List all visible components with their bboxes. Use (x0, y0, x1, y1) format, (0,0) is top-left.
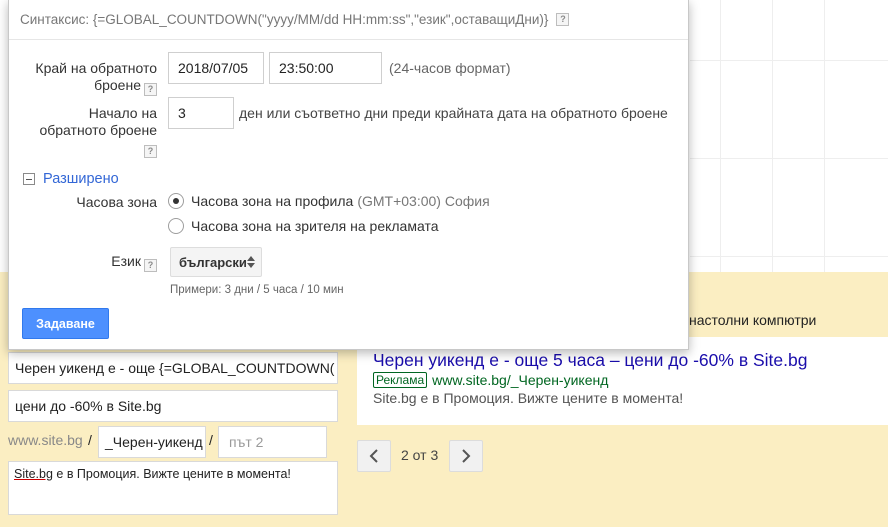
tz-profile-label: Часова зона на профила (191, 193, 354, 209)
start-days-hint: ден или съответно дни преди крайната дат… (239, 105, 668, 121)
select-arrows-icon (247, 256, 255, 268)
timezone-label: Часова зона (76, 194, 157, 210)
language-label-text: Език (111, 253, 141, 269)
advanced-toggle[interactable]: Разширено (23, 171, 119, 187)
tz-profile-option[interactable]: Часова зона на профила (GMT+03:00) София (168, 193, 490, 209)
tz-profile-radio[interactable] (168, 193, 184, 209)
headline1-input[interactable]: Черен уикенд е - още {=GLOBAL_COUNTDOWN( (8, 352, 338, 384)
tz-profile-detail: (GMT+03:00) София (357, 193, 490, 209)
chevron-right-icon (462, 449, 471, 463)
ad-preview-description: Site.bg е в Промоция. Вижте цените в мом… (373, 390, 684, 406)
end-countdown-label-line1: Край на обратното (35, 60, 157, 76)
tz-viewer-option[interactable]: Часова зона на зрителя на рекламата (168, 218, 438, 234)
ad-badge: Реклама (373, 372, 428, 388)
grid-line (720, 0, 721, 272)
time-format-hint: (24-часов формат) (389, 60, 511, 76)
advanced-label: Разширено (43, 171, 119, 187)
start-days-input[interactable]: 3 (168, 97, 234, 129)
end-date-input[interactable]: 2018/07/05 (168, 52, 264, 84)
tz-viewer-radio[interactable] (168, 218, 184, 234)
prev-preview-button[interactable] (357, 440, 391, 472)
next-preview-button[interactable] (449, 440, 483, 472)
countdown-dialog: Синтаксис: {=GLOBAL_COUNTDOWN("yyyy/MM/d… (8, 0, 689, 350)
help-icon[interactable]: ? (144, 259, 157, 272)
path1-input[interactable]: _Черен-уикенд (98, 426, 206, 458)
headline2-input[interactable]: цени до -60% в Site.bg (8, 390, 338, 422)
end-countdown-label-line2: броене (94, 77, 141, 93)
grid-line (690, 256, 888, 257)
help-icon[interactable]: ? (556, 13, 570, 26)
syntax-bar: Синтаксис: {=GLOBAL_COUNTDOWN("yyyy/MM/d… (9, 0, 688, 40)
help-icon[interactable]: ? (144, 145, 157, 158)
ad-preview-url: www.site.bg/_Черен-уикенд (432, 372, 609, 388)
syntax-text: Синтаксис: {=GLOBAL_COUNTDOWN("yyyy/MM/d… (20, 12, 549, 27)
chevron-left-icon (369, 449, 378, 463)
ad-preview-url-row: Реклама www.site.bg/_Черен-уикенд (373, 372, 888, 388)
url-slash: / (209, 432, 213, 448)
start-countdown-label: Начало на обратното броене ? (15, 105, 157, 158)
description-input[interactable]: Site.bg е в Промоция. Вижте цените в мом… (8, 461, 338, 515)
minus-box-icon (23, 173, 35, 185)
grid-line (690, 158, 888, 159)
description-brand: Site.bg (14, 467, 53, 481)
device-label: настолни компютри (689, 312, 817, 328)
path2-input[interactable]: път 2 (218, 426, 327, 458)
end-time-input[interactable]: 23:50:00 (269, 52, 382, 84)
language-label: Език? (15, 253, 157, 272)
grid-line (690, 60, 888, 61)
grid-line (824, 0, 825, 272)
start-countdown-label-line2: обратното броене (39, 122, 157, 138)
end-countdown-label: Край на обратното броене? (15, 60, 157, 96)
ad-preview-title[interactable]: Черен уикенд е - още 5 часа – цени до -6… (373, 349, 888, 371)
start-countdown-label-line1: Начало на (88, 105, 157, 121)
language-select[interactable]: български (170, 247, 262, 277)
display-url-prefix: www.site.bg (8, 432, 83, 448)
ad-preview: Черен уикенд е - още 5 часа – цени до -6… (357, 337, 888, 425)
grid-line (772, 0, 773, 272)
url-slash: / (88, 432, 92, 448)
help-icon[interactable]: ? (144, 83, 157, 96)
description-text: е в Промоция. Вижте цените в момента! (52, 467, 291, 481)
set-button[interactable]: Задаване (22, 308, 109, 339)
preview-pager-count: 2 от 3 (401, 447, 439, 463)
language-select-value: български (179, 254, 247, 270)
examples-hint: Примери: 3 дни / 5 часа / 10 мин (170, 284, 344, 296)
tz-viewer-label: Часова зона на зрителя на рекламата (191, 218, 439, 234)
